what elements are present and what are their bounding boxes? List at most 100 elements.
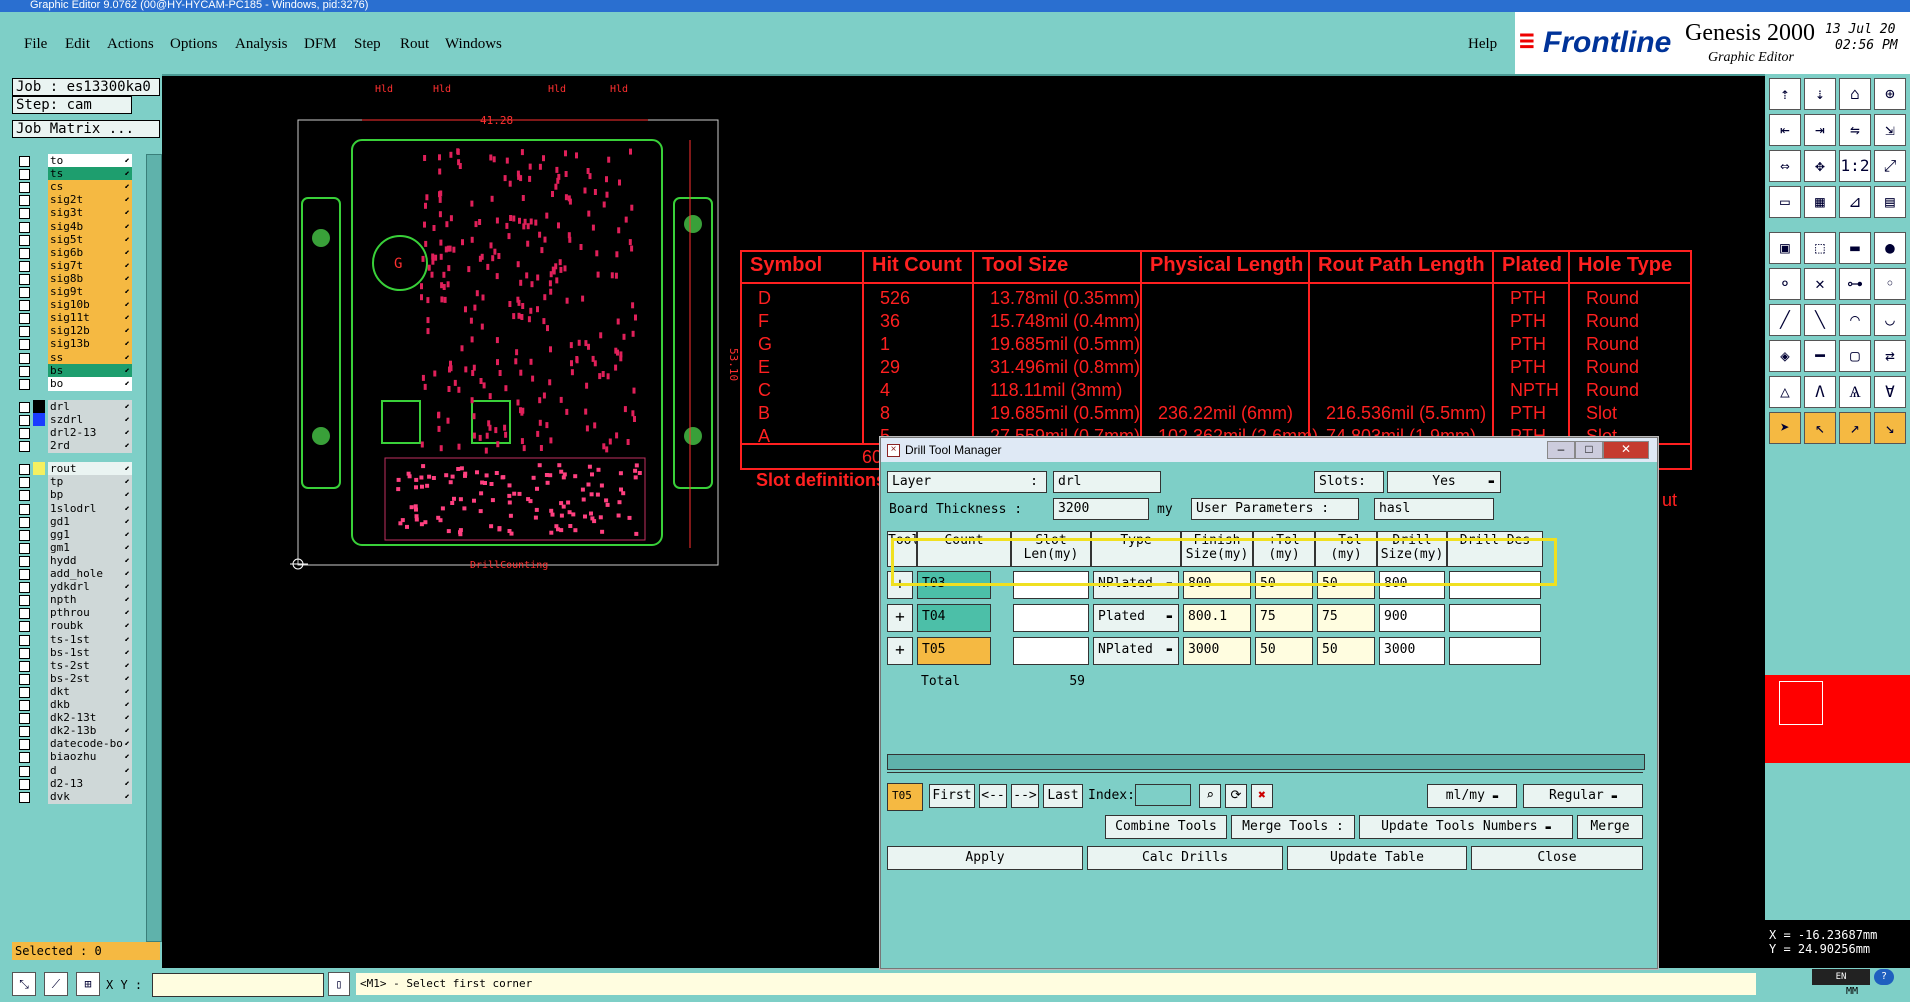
layer-checkbox[interactable] [19,273,30,285]
cell-des[interactable] [1449,637,1541,665]
cell-slot[interactable] [1013,604,1089,632]
cell-mtol[interactable]: 50 [1317,571,1375,599]
layer-name[interactable]: hydd ⬋ [48,553,132,568]
expand-icon[interactable]: + [887,604,913,632]
layer-name[interactable]: add_hole ⬋ [48,567,132,581]
layer-checkbox[interactable] [19,326,30,338]
update-tools-numbers-dropdown[interactable]: Update Tools Numbers ▬ [1359,815,1573,839]
menu-analysis[interactable]: Analysis [235,36,288,53]
search-icon[interactable]: ⌕ [1199,784,1221,808]
layer-name[interactable]: 2rd ⬋ [48,439,132,454]
maximize-icon[interactable]: □ [1575,441,1603,459]
board-thickness-input[interactable]: 3200 [1053,498,1149,520]
layer-name[interactable]: sig7t ⬋ [48,258,132,273]
cross-icon[interactable]: ✕ [1804,268,1836,300]
layer-name[interactable]: sig8b ⬋ [48,271,132,286]
layer-checkbox[interactable] [19,765,30,777]
layer-checkbox[interactable] [19,542,30,554]
layer-checkbox[interactable] [19,365,30,377]
unit-indicator[interactable]: MM [1846,986,1858,997]
cell-slot[interactable] [1013,571,1089,599]
help-icon[interactable]: ? [1874,969,1894,985]
layer-name[interactable]: dvk ⬋ [48,789,132,804]
peak-icon[interactable]: Λ [1804,376,1836,408]
layer-name[interactable]: dk2-13b ⬋ [48,724,132,739]
close-button[interactable]: Close [1471,846,1643,870]
layer-checkbox[interactable] [19,621,30,633]
user-parameters-field[interactable]: hasl [1374,498,1494,520]
peak3-icon[interactable]: Ɐ [1874,376,1906,408]
layer-checkbox[interactable] [19,352,30,364]
cell-mtol[interactable]: 50 [1317,637,1375,665]
layer-name[interactable]: biaozhu ⬋ [48,750,132,765]
layer-checkbox[interactable] [19,608,30,620]
mirror-icon[interactable]: ⇋ [1839,114,1871,146]
layer-icon[interactable]: ▤ [1874,186,1906,218]
dialog-title-bar[interactable]: × Drill Tool Manager – □ ✕ [881,438,1657,462]
layer-name[interactable]: bs ⬋ [48,363,132,378]
user-parameters-button[interactable]: User Parameters : [1191,498,1359,520]
menu-edit[interactable]: Edit [65,36,90,53]
layer-checkbox[interactable] [19,260,30,272]
move-left-icon[interactable]: ⇤ [1769,114,1801,146]
layer-name[interactable]: sig11t ⬋ [48,311,132,326]
layer-name[interactable]: rout ⬋ [48,462,132,477]
layer-name[interactable]: d ⬋ [48,763,132,778]
layer-checkbox[interactable] [19,401,30,413]
menu-file[interactable]: File [24,36,47,53]
layer-name[interactable]: gd1 ⬋ [48,514,132,529]
cell-tool[interactable]: T04 [917,604,991,632]
layer-name[interactable]: sig5t ⬋ [48,232,132,247]
cell-drill[interactable]: 800 [1379,571,1445,599]
slots-dropdown[interactable]: Yes ▬ [1387,471,1501,493]
layer-name[interactable]: bs-2st ⬋ [48,671,132,686]
cell-des[interactable] [1449,571,1541,599]
layer-checkbox[interactable] [19,195,30,207]
layer-checkbox[interactable] [19,221,30,233]
layer-checkbox[interactable] [19,595,30,607]
layer-name[interactable]: bp ⬋ [48,488,132,503]
layer-checkbox[interactable] [19,726,30,738]
layer-name[interactable]: ts-1st ⬋ [48,632,132,647]
triangle-icon[interactable]: △ [1769,376,1801,408]
unit-mode-dropdown[interactable]: ml/my ▬ [1427,784,1517,808]
menu-step[interactable]: Step [354,36,381,53]
square-icon[interactable]: ▢ [1839,340,1871,372]
layer-name[interactable]: gg1 ⬋ [48,527,132,542]
refresh-icon[interactable]: ⟳ [1225,784,1247,808]
layer-checkbox[interactable] [19,555,30,567]
update-table-button[interactable]: Update Table [1287,846,1467,870]
move-right-icon[interactable]: ⇥ [1804,114,1836,146]
menu-dfm[interactable]: DFM [304,36,337,53]
pointer-icon[interactable]: ➤ [1769,412,1801,444]
layer-checkbox[interactable] [19,490,30,502]
layer-checkbox[interactable] [19,339,30,351]
pointer4-icon[interactable]: ↘ [1874,412,1906,444]
arc2-icon[interactable]: ◡ [1874,304,1906,336]
cell-type[interactable]: NPlated ▬ [1093,637,1179,665]
import-icon[interactable]: ⇡ [1769,78,1801,110]
node-icon[interactable]: ◦ [1874,268,1906,300]
measure-icon[interactable]: ⊿ [1839,186,1871,218]
layer-checkbox[interactable] [19,208,30,220]
layer-checkbox[interactable] [19,686,30,698]
layer-name[interactable]: roubk ⬋ [48,619,132,634]
cell-ptol[interactable]: 50 [1255,571,1313,599]
layer-checkbox[interactable] [19,234,30,246]
layer-name[interactable]: sig12b ⬋ [48,324,132,339]
layer-name[interactable]: ydkdrl ⬋ [48,580,132,595]
cell-drill[interactable]: 900 [1379,604,1445,632]
layer-checkbox[interactable] [19,313,30,325]
measure-icon[interactable]: ⟋ [44,972,68,996]
join-icon[interactable]: ⊶ [1839,268,1871,300]
calc-drills-button[interactable]: Calc Drills [1087,846,1283,870]
layer-name[interactable]: sig13b ⬋ [48,337,132,352]
layer-name[interactable]: ts ⬋ [48,167,132,182]
connect-icon[interactable]: ⚬ [1769,268,1801,300]
layer-checkbox[interactable] [19,700,30,711]
layer-checkbox[interactable] [19,169,30,181]
last-button[interactable]: Last [1043,784,1083,808]
rotate-icon[interactable]: ⬚ [1804,232,1836,264]
layer-name[interactable]: bo ⬋ [48,376,132,391]
layer-checkbox[interactable] [19,778,30,790]
